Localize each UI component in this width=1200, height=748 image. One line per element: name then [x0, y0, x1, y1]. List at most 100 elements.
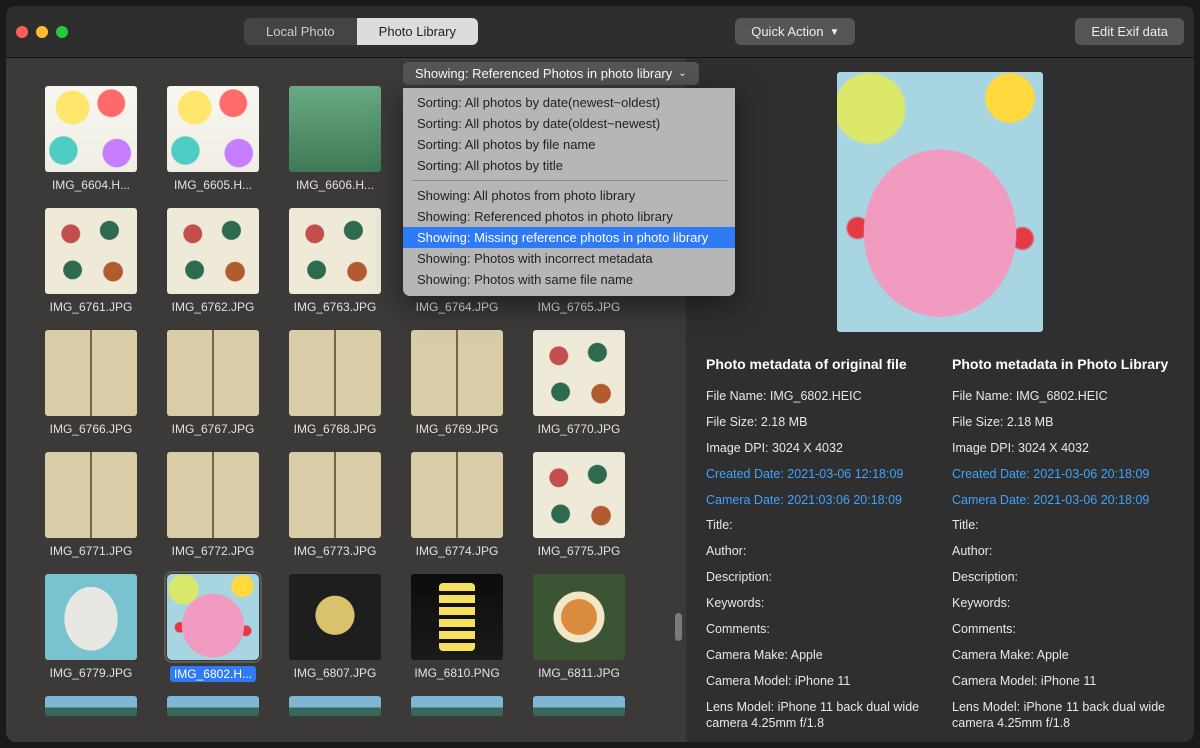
- metadata-row-created-date: Created Date: 2021-03-06 12:18:09: [706, 466, 928, 483]
- metadata-row-comments: Comments:: [952, 621, 1174, 638]
- thumbnail-cell[interactable]: [36, 696, 146, 720]
- thumbnail-label: IMG_6761.JPG: [50, 300, 133, 314]
- thumbnail-cell[interactable]: IMG_6766.JPG: [36, 330, 146, 444]
- thumbnail-image: [289, 696, 381, 716]
- thumbnail-label: IMG_6802.H...: [170, 666, 256, 682]
- thumbnail-image: [167, 574, 259, 660]
- tab-photo-library[interactable]: Photo Library: [357, 18, 478, 45]
- metadata-row-keywords: Keywords:: [706, 595, 928, 612]
- thumbnail-label: IMG_6807.JPG: [294, 666, 377, 680]
- thumbnail-image: [411, 574, 503, 660]
- thumbnail-cell[interactable]: [524, 696, 634, 720]
- thumbnail-image: [411, 330, 503, 416]
- metadata-row-lens-model: Lens Model: iPhone 11 back dual wide cam…: [952, 699, 1174, 733]
- filter-sort-option[interactable]: Sorting: All photos by file name: [403, 134, 735, 155]
- thumbnail-cell[interactable]: IMG_6772.JPG: [158, 452, 268, 566]
- filter-sort-option[interactable]: Sorting: All photos by date(newest~oldes…: [403, 92, 735, 113]
- metadata-columns: Photo metadata of original file File Nam…: [706, 356, 1174, 742]
- thumbnail-image: [533, 696, 625, 716]
- thumbnail-label: IMG_6773.JPG: [294, 544, 377, 558]
- thumbnail-cell[interactable]: [402, 696, 512, 720]
- thumbnail-cell[interactable]: IMG_6810.PNG: [402, 574, 512, 688]
- thumbnail-image: [533, 452, 625, 538]
- thumbnail-label: IMG_6772.JPG: [172, 544, 255, 558]
- filter-show-option[interactable]: Showing: Photos with same file name: [403, 269, 735, 290]
- thumbnail-cell[interactable]: IMG_6763.JPG: [280, 208, 390, 322]
- thumbnail-image: [45, 86, 137, 172]
- thumbnail-label: IMG_6764.JPG: [416, 300, 499, 314]
- thumbnail-cell[interactable]: IMG_6811.JPG: [524, 574, 634, 688]
- quick-action-button[interactable]: Quick Action ▼: [735, 18, 855, 45]
- thumbnail-cell[interactable]: IMG_6770.JPG: [524, 330, 634, 444]
- edit-exif-button[interactable]: Edit Exif data: [1075, 18, 1184, 45]
- thumbnail-label: IMG_6766.JPG: [50, 422, 133, 436]
- filter-current-button[interactable]: Showing: Referenced Photos in photo libr…: [403, 62, 699, 85]
- filter-sort-option[interactable]: Sorting: All photos by title: [403, 155, 735, 176]
- thumbnail-image: [289, 452, 381, 538]
- scrollbar-thumb[interactable]: [675, 613, 682, 641]
- thumbnail-cell[interactable]: IMG_6768.JPG: [280, 330, 390, 444]
- thumbnail-image: [289, 208, 381, 294]
- thumbnail-label: IMG_6779.JPG: [50, 666, 133, 680]
- thumbnail-image: [45, 452, 137, 538]
- metadata-original-heading: Photo metadata of original file: [706, 356, 928, 372]
- metadata-row-title: Title:: [952, 517, 1174, 534]
- metadata-row-keywords: Keywords:: [952, 595, 1174, 612]
- thumbnail-cell[interactable]: IMG_6606.H...: [280, 86, 390, 200]
- thumbnail-cell[interactable]: IMG_6802.H...: [158, 574, 268, 688]
- minimize-icon[interactable]: [36, 26, 48, 38]
- thumbnail-cell[interactable]: IMG_6604.H...: [36, 86, 146, 200]
- thumbnail-cell[interactable]: IMG_6775.JPG: [524, 452, 634, 566]
- metadata-row-author: Author:: [706, 543, 928, 560]
- metadata-row-comments: Comments:: [706, 621, 928, 638]
- tab-local-photo[interactable]: Local Photo: [244, 18, 357, 45]
- thumbnail-cell[interactable]: IMG_6779.JPG: [36, 574, 146, 688]
- thumbnail-cell[interactable]: IMG_6767.JPG: [158, 330, 268, 444]
- metadata-row-description: Description:: [706, 569, 928, 586]
- app-window: Local Photo Photo Library Quick Action ▼…: [6, 6, 1194, 742]
- thumbnail-image: [411, 452, 503, 538]
- thumbnail-cell[interactable]: IMG_6605.H...: [158, 86, 268, 200]
- metadata-row-description: Description:: [952, 569, 1174, 586]
- thumbnail-image: [167, 452, 259, 538]
- metadata-row-camera-make: Camera Make: Apple: [706, 647, 928, 664]
- thumbnail-label: IMG_6769.JPG: [416, 422, 499, 436]
- filter-show-option[interactable]: Showing: Missing reference photos in pho…: [403, 227, 735, 248]
- preview-image: [837, 72, 1043, 332]
- thumbnail-image: [533, 574, 625, 660]
- filter-sort-option[interactable]: Sorting: All photos by date(oldest~newes…: [403, 113, 735, 134]
- metadata-row-author: Author:: [952, 543, 1174, 560]
- thumbnail-image: [289, 86, 381, 172]
- filter-show-option[interactable]: Showing: Photos with incorrect metadata: [403, 248, 735, 269]
- thumbnail-image: [411, 696, 503, 716]
- metadata-row-latitude: Latitude: 30.478362: [706, 741, 928, 742]
- thumbnail-cell[interactable]: IMG_6761.JPG: [36, 208, 146, 322]
- filter-show-option[interactable]: Showing: All photos from photo library: [403, 185, 735, 206]
- thumbnail-cell[interactable]: IMG_6773.JPG: [280, 452, 390, 566]
- thumbnail-cell[interactable]: IMG_6774.JPG: [402, 452, 512, 566]
- thumbnail-image: [533, 330, 625, 416]
- metadata-original-column: Photo metadata of original file File Nam…: [706, 356, 928, 742]
- metadata-row-title: Title:: [706, 517, 928, 534]
- thumbnail-cell[interactable]: IMG_6769.JPG: [402, 330, 512, 444]
- thumbnail-image: [289, 574, 381, 660]
- thumbnail-cell[interactable]: IMG_6807.JPG: [280, 574, 390, 688]
- thumbnail-image: [167, 330, 259, 416]
- metadata-row-file-name: File Name: IMG_6802.HEIC: [952, 388, 1174, 405]
- thumbnail-cell[interactable]: IMG_6771.JPG: [36, 452, 146, 566]
- metadata-row-image-dpi: Image DPI: 3024 X 4032: [952, 440, 1174, 457]
- metadata-row-file-name: File Name: IMG_6802.HEIC: [706, 388, 928, 405]
- thumbnail-image: [45, 330, 137, 416]
- filter-show-option[interactable]: Showing: Referenced photos in photo libr…: [403, 206, 735, 227]
- thumbnail-label: IMG_6770.JPG: [538, 422, 621, 436]
- filter-current-label: Showing: Referenced Photos in photo libr…: [415, 66, 672, 81]
- thumbnail-cell[interactable]: [158, 696, 268, 720]
- fullscreen-icon[interactable]: [56, 26, 68, 38]
- thumbnail-image: [167, 696, 259, 716]
- thumbnail-cell[interactable]: IMG_6762.JPG: [158, 208, 268, 322]
- thumbnail-image: [167, 208, 259, 294]
- thumbnail-cell[interactable]: [280, 696, 390, 720]
- thumbnail-label: IMG_6762.JPG: [172, 300, 255, 314]
- metadata-row-created-date: Created Date: 2021-03-06 20:18:09: [952, 466, 1174, 483]
- close-icon[interactable]: [16, 26, 28, 38]
